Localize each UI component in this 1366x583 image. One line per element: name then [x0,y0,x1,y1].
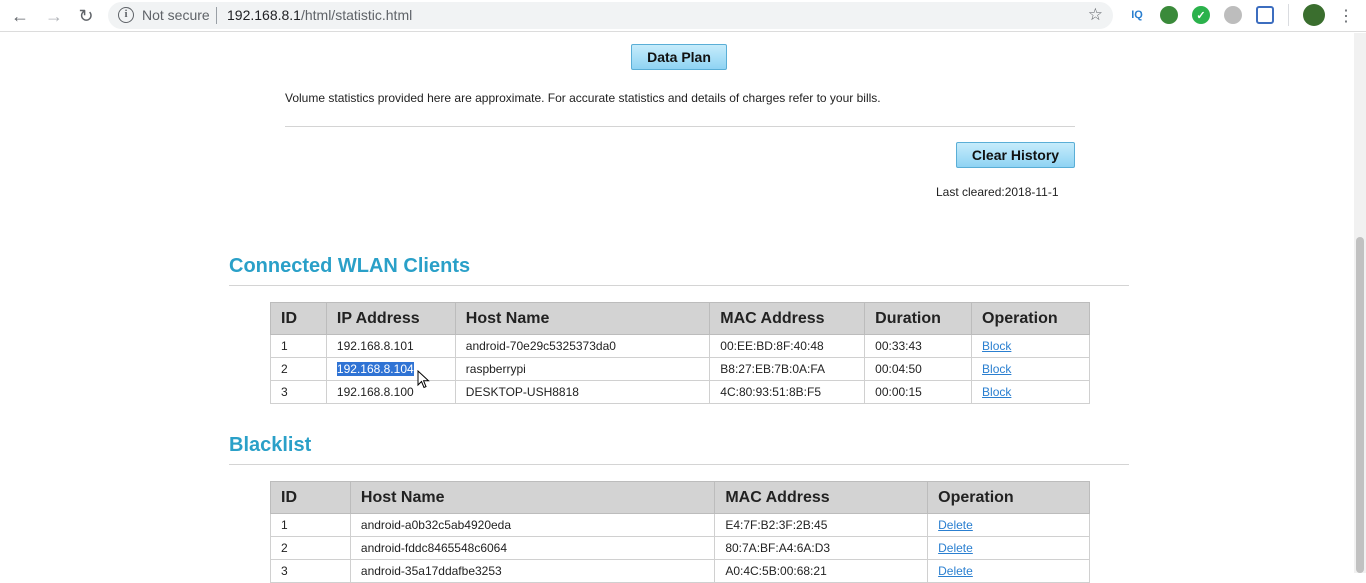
forward-arrow-icon[interactable]: → [42,4,66,28]
ghost-extension-icon[interactable] [1224,6,1242,24]
cell-host: DESKTOP-USH8818 [454,380,711,404]
blacklist-table: ID Host Name MAC Address Operation 1 and… [270,481,1090,583]
globe-extension-icon[interactable] [1160,6,1178,24]
col-mac-address: MAC Address [709,302,866,335]
security-label: Not secure [142,7,210,23]
mouse-cursor-icon [417,370,430,389]
col-id: ID [270,302,327,335]
toolbar-divider [1288,4,1289,26]
bookmark-star-icon[interactable]: ☆ [1088,5,1103,25]
cell-id: 1 [270,513,351,537]
cell-id: 2 [270,536,351,560]
cell-operation: Delete [927,536,1090,560]
table-row: 2 192.168.8.104 raspberrypi B8:27:EB:7B:… [270,357,1090,381]
selected-ip-text[interactable]: 192.168.8.104 [336,362,414,376]
wlan-title-divider [229,285,1129,286]
table-row: 2 android-fddc8465548c6064 80:7A:BF:A4:6… [270,536,1090,560]
info-icon[interactable]: i [118,7,134,23]
cell-host: raspberrypi [454,357,711,381]
blacklist-section-title: Blacklist [229,434,312,456]
wlan-section-title: Connected WLAN Clients [229,255,471,277]
col-duration: Duration [864,302,973,335]
table-row: 3 android-35a17ddafbe3253 A0:4C:5B:00:68… [270,559,1090,583]
cell-duration: 00:33:43 [864,334,973,358]
iq-extension-icon[interactable]: IQ [1128,6,1146,24]
cell-duration: 00:04:50 [864,357,973,381]
col-mac-address: MAC Address [714,481,929,514]
browser-toolbar: ← → ↻ i Not secure 192.168.8.1/html/stat… [0,0,1366,32]
scrollbar-thumb[interactable] [1356,237,1364,573]
block-link[interactable]: Block [982,385,1011,399]
data-plan-button[interactable]: Data Plan [631,44,727,70]
last-cleared-text: Last cleared:2018-11-1 [936,185,1059,199]
cell-host: android-a0b32c5ab4920eda [349,513,716,537]
cell-mac: E4:7F:B2:3F:2B:45 [714,513,929,537]
address-bar[interactable]: i Not secure 192.168.8.1/html/statistic.… [108,2,1113,29]
check-extension-icon[interactable]: ✓ [1192,6,1210,24]
delete-link[interactable]: Delete [938,564,973,578]
cell-operation: Block [971,380,1090,404]
omnibox-divider [216,7,217,24]
cell-mac: 4C:80:93:51:8B:F5 [709,380,866,404]
col-host-name: Host Name [349,481,716,514]
cell-id: 3 [270,380,327,404]
cell-id: 1 [270,334,327,358]
col-operation: Operation [971,302,1090,335]
table-row: 1 192.168.8.101 android-70e29c5325373da0… [270,334,1090,358]
col-id: ID [270,481,351,514]
table-row: 3 192.168.8.100 DESKTOP-USH8818 4C:80:93… [270,380,1090,404]
menu-kebab-icon[interactable]: ⋮ [1334,4,1358,28]
cell-ip: 192.168.8.101 [325,334,456,358]
cell-mac: 80:7A:BF:A4:6A:D3 [714,536,929,560]
cell-id: 3 [270,559,351,583]
cell-ip: 192.168.8.104 [325,357,456,381]
wlan-clients-table: ID IP Address Host Name MAC Address Dura… [270,302,1090,404]
cell-operation: Delete [927,513,1090,537]
table-header-row: ID Host Name MAC Address Operation [270,481,1090,514]
col-host-name: Host Name [454,302,711,335]
col-operation: Operation [927,481,1090,514]
page-scrollbar[interactable] [1354,33,1366,573]
cell-duration: 00:00:15 [864,380,973,404]
url-text[interactable]: 192.168.8.1/html/statistic.html [227,7,412,23]
cell-host: android-70e29c5325373da0 [454,334,711,358]
block-link[interactable]: Block [982,339,1011,353]
col-ip-address: IP Address [325,302,456,335]
cell-host: android-35a17ddafbe3253 [349,559,716,583]
cell-mac: A0:4C:5B:00:68:21 [714,559,929,583]
cell-mac: B8:27:EB:7B:0A:FA [709,357,866,381]
cell-host: android-fddc8465548c6064 [349,536,716,560]
cell-id: 2 [270,357,327,381]
url-host: 192.168.8.1 [227,7,301,23]
square-extension-icon[interactable] [1256,6,1274,24]
blacklist-title-divider [229,464,1129,465]
volume-note: Volume statistics provided here are appr… [285,91,881,105]
cell-operation: Block [971,334,1090,358]
cell-operation: Delete [927,559,1090,583]
cell-operation: Block [971,357,1090,381]
back-arrow-icon[interactable]: ← [8,4,32,28]
clear-history-button[interactable]: Clear History [956,142,1075,168]
block-link[interactable]: Block [982,362,1011,376]
cell-ip: 192.168.8.100 [325,380,456,404]
delete-link[interactable]: Delete [938,518,973,532]
reload-icon[interactable]: ↻ [74,4,98,28]
delete-link[interactable]: Delete [938,541,973,555]
profile-avatar[interactable] [1303,4,1325,26]
table-header-row: ID IP Address Host Name MAC Address Dura… [270,302,1090,335]
table-row: 1 android-a0b32c5ab4920eda E4:7F:B2:3F:2… [270,513,1090,537]
url-path: /html/statistic.html [300,7,413,23]
cell-mac: 00:EE:BD:8F:40:48 [709,334,866,358]
divider [285,126,1075,127]
